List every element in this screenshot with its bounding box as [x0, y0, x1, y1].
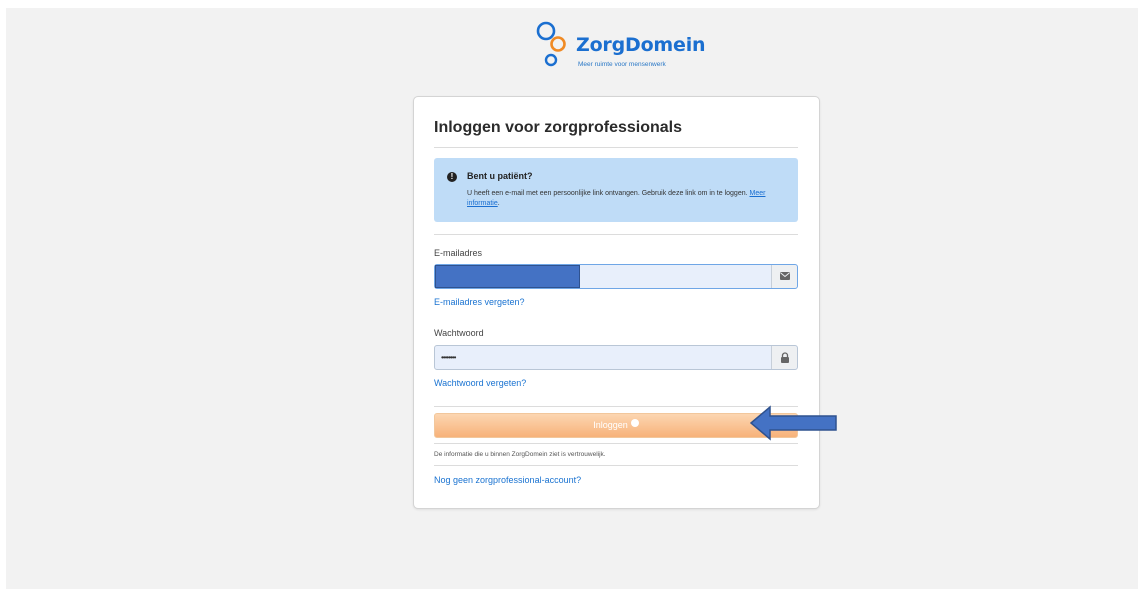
logo-tagline: Meer ruimte voor mensenwerk — [578, 61, 666, 68]
signup-link[interactable]: Nog geen zorgprofessional-account? — [434, 475, 581, 485]
loading-spinner-icon — [630, 418, 639, 427]
forgot-password-link[interactable]: Wachtwoord vergeten? — [434, 378, 526, 388]
info-icon: ! — [447, 172, 457, 182]
patient-info-alert: ! Bent u patiënt? U heeft een e-mail met… — [434, 158, 798, 222]
login-button[interactable]: Inloggen — [434, 413, 798, 438]
page-title: Inloggen voor zorgprofessionals — [434, 119, 683, 136]
logo-name: ZorgDomein — [576, 34, 706, 56]
left-arrow-icon — [750, 405, 837, 441]
alert-period: . — [497, 200, 500, 207]
envelope-icon — [780, 272, 790, 280]
divider — [434, 234, 798, 235]
login-card: Inloggen voor zorgprofessionals ! Bent u… — [413, 96, 820, 509]
password-input-group — [434, 345, 798, 370]
alert-title: Bent u patiënt? — [467, 171, 533, 181]
redacted-email-overlay — [435, 265, 580, 288]
divider — [434, 406, 798, 407]
divider — [434, 147, 798, 148]
alert-body: U heeft een e-mail met een persoonlijke … — [467, 190, 748, 197]
confidentiality-note: De informatie die u binnen ZorgDomein zi… — [434, 451, 606, 458]
divider — [434, 443, 798, 444]
email-addon — [771, 265, 797, 288]
lock-icon — [781, 352, 789, 363]
password-addon — [771, 346, 797, 369]
forgot-email-link[interactable]: E-mailadres vergeten? — [434, 297, 525, 307]
divider — [434, 465, 798, 466]
password-field[interactable] — [435, 346, 773, 369]
logo-circles-icon — [536, 21, 566, 67]
login-button-label: Inloggen — [593, 420, 628, 430]
alert-text: U heeft een e-mail met een persoonlijke … — [467, 189, 777, 209]
email-label: E-mailadres — [434, 248, 483, 258]
password-label: Wachtwoord — [434, 328, 484, 338]
email-input-group — [434, 264, 798, 289]
zorgdomein-logo: ZorgDomein Meer ruimte voor mensenwerk — [536, 20, 706, 76]
